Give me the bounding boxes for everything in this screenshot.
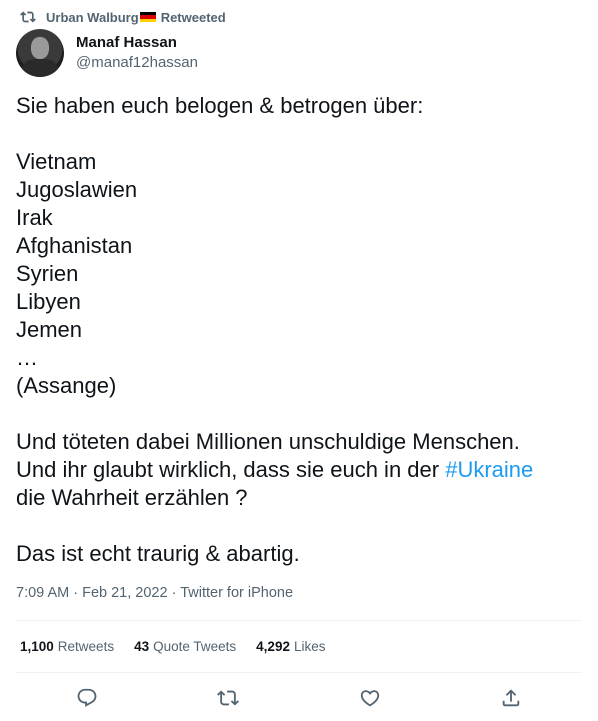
retweet-icon	[217, 690, 240, 706]
tweet-source[interactable]: Twitter for iPhone	[180, 585, 293, 601]
like-icon	[360, 690, 379, 707]
divider	[16, 672, 582, 673]
display-name[interactable]: Manaf Hassan	[76, 33, 198, 53]
tweet-time[interactable]: 7:09 AM	[16, 585, 69, 601]
tweet-actions	[16, 681, 582, 715]
german-flag-emoji	[139, 11, 156, 23]
retweeted-label: Retweeted	[160, 9, 226, 25]
like-button[interactable]	[350, 681, 390, 715]
tweet-text-body: Sie haben euch belogen & betrogen über: …	[16, 93, 520, 482]
meta-separator: ·	[171, 585, 181, 601]
avatar[interactable]	[16, 29, 64, 77]
divider	[16, 620, 582, 621]
retweet-icon	[20, 11, 36, 23]
user-handle[interactable]: @manaf12hassan	[76, 53, 198, 73]
hashtag-link[interactable]: #Ukraine	[445, 457, 533, 482]
tweet-text-tail: die Wahrheit erzählen ? Das ist echt tra…	[16, 485, 300, 566]
retweeter-name[interactable]: Urban Walburg	[46, 10, 139, 25]
tweet-stats: 1,100 Retweets 43 Quote Tweets 4,292 Likes	[20, 639, 325, 654]
tweet-meta: 7:09 AM · Feb 21, 2022 · Twitter for iPh…	[16, 585, 293, 601]
reply-button[interactable]	[67, 681, 107, 715]
retweet-button[interactable]	[208, 681, 248, 715]
share-icon	[503, 689, 520, 707]
likes-stat[interactable]: 4,292 Likes	[256, 639, 325, 654]
tweet-author[interactable]: Manaf Hassan @manaf12hassan	[16, 28, 198, 78]
share-button[interactable]	[491, 681, 531, 715]
reply-icon	[77, 688, 97, 707]
quote-tweets-stat[interactable]: 43 Quote Tweets	[134, 639, 236, 654]
tweet-text: Sie haben euch belogen & betrogen über: …	[16, 92, 582, 568]
meta-separator: ·	[73, 585, 83, 601]
retweets-stat[interactable]: 1,100 Retweets	[20, 639, 114, 654]
retweet-banner[interactable]: Urban Walburg Retweeted	[20, 8, 226, 26]
tweet-date[interactable]: Feb 21, 2022	[82, 585, 167, 601]
